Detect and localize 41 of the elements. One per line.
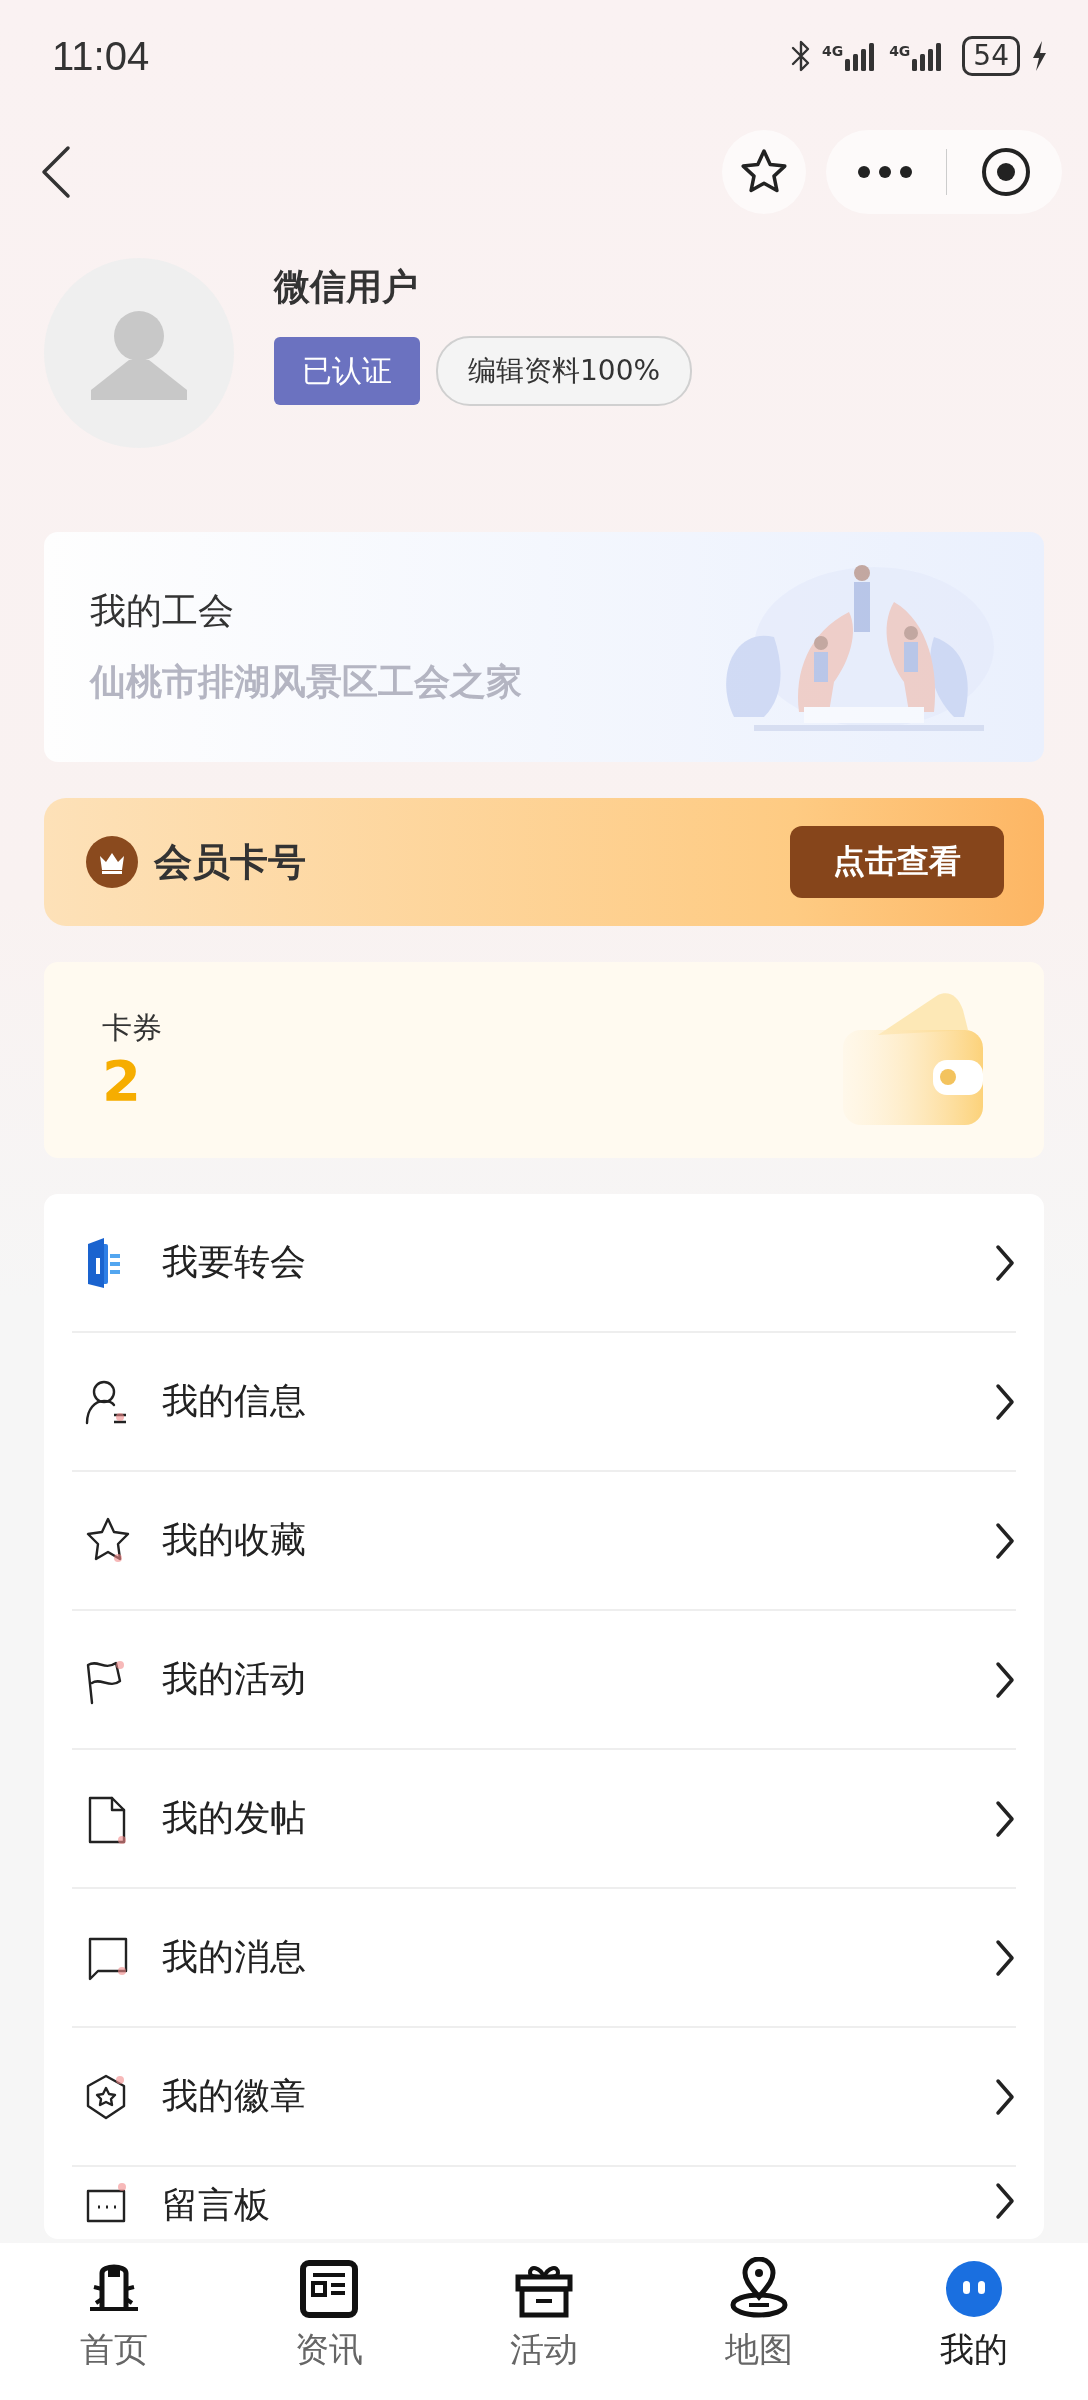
chevron-right-icon: [994, 1798, 1016, 1839]
chevron-right-icon: [994, 1659, 1016, 1700]
card-title: 会员卡号: [154, 838, 306, 886]
chevron-right-icon: [994, 1520, 1016, 1561]
menu-item[interactable]: 留言板: [72, 2167, 1016, 2239]
menu-item[interactable]: 我要转会: [72, 1194, 1016, 1333]
tab-item[interactable]: 资讯: [258, 2243, 399, 2400]
union-card[interactable]: 我的工会 仙桃市排湖风景区工会之家: [44, 532, 1044, 762]
menu-item[interactable]: 我的徽章: [72, 2028, 1016, 2167]
card-title: 我的工会: [90, 589, 235, 633]
charging-icon: [1030, 39, 1048, 73]
clock-time: 11:04: [52, 33, 150, 79]
network-label: 4G: [889, 43, 911, 59]
chevron-right-icon: [994, 1937, 1016, 1978]
battery-level: 54: [962, 36, 1020, 76]
verified-badge: 已认证: [274, 337, 420, 405]
chevron-right-icon: [994, 2076, 1016, 2117]
close-target-icon[interactable]: [979, 146, 1032, 198]
tab-item[interactable]: 首页: [43, 2243, 184, 2400]
card-title: 卡券: [102, 1008, 162, 1047]
crown-icon: [86, 836, 138, 888]
menu-item[interactable]: 我的收藏: [72, 1472, 1016, 1611]
tab-item[interactable]: 地图: [689, 2243, 830, 2400]
network-label: 4G: [821, 43, 844, 59]
menu-item[interactable]: 我的信息: [72, 1333, 1016, 1472]
tab-item[interactable]: 活动: [473, 2243, 614, 2400]
chevron-right-icon: [994, 1242, 1016, 1283]
edit-profile-button[interactable]: 编辑资料100%: [436, 336, 693, 406]
union-name: 仙桃市排湖风景区工会之家: [90, 660, 522, 704]
chevron-right-icon: [994, 1381, 1016, 1422]
menu-item[interactable]: 我的活动: [72, 1611, 1016, 1750]
coupon-card[interactable]: 卡券 2: [44, 962, 1044, 1158]
more-icon[interactable]: [856, 165, 913, 179]
tab-item[interactable]: 我的: [904, 2243, 1045, 2400]
user-name: 微信用户: [274, 265, 419, 309]
menu-item[interactable]: 我的发帖: [72, 1750, 1016, 1889]
coupon-count: 2: [102, 1048, 142, 1113]
chevron-right-icon: [994, 2181, 1016, 2221]
view-button[interactable]: 点击查看: [790, 826, 1004, 898]
bluetooth-icon: [789, 39, 812, 73]
menu-item[interactable]: 我的消息: [72, 1889, 1016, 2028]
